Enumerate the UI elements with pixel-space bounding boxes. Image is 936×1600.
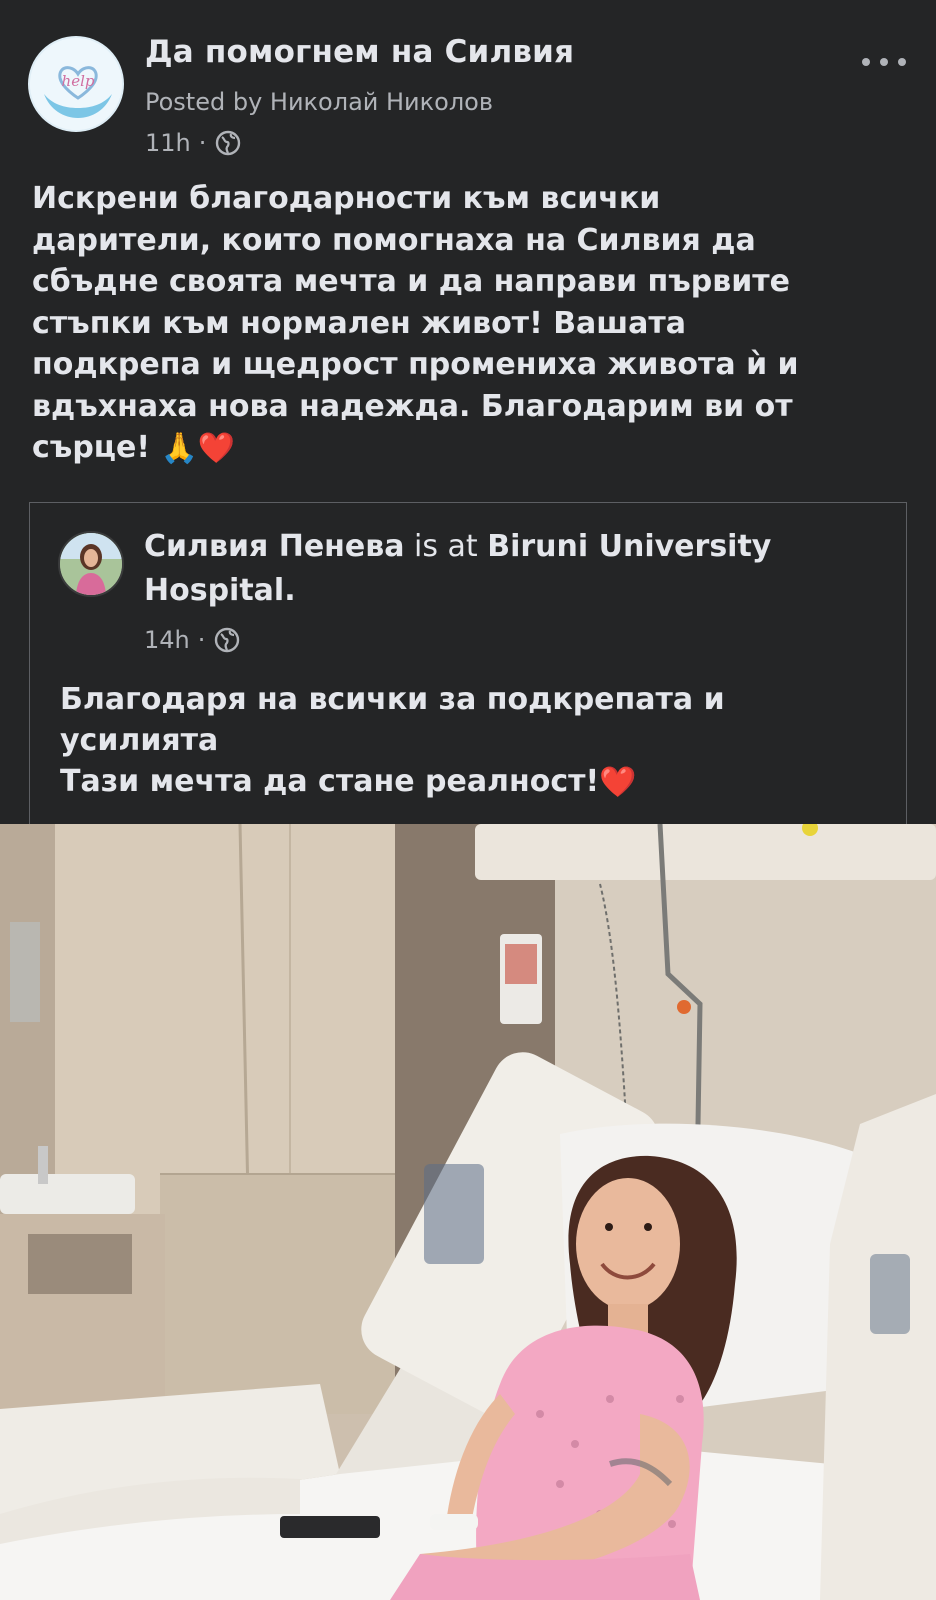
dot (880, 58, 888, 66)
shared-timestamp[interactable]: 14h (144, 626, 190, 654)
hospital-room-photo (0, 824, 936, 1600)
shared-line: Благодаря на всички за подкрепата и (60, 682, 725, 717)
shared-post-card[interactable]: Силвия Пенева is at Biruni University Ho… (29, 502, 907, 824)
shared-line: усилията (60, 723, 219, 758)
globe-icon (215, 627, 240, 653)
shared-post-text: Благодаря на всички за подкрепата и усил… (60, 679, 880, 803)
author-avatar[interactable] (58, 531, 124, 597)
more-options-icon[interactable] (862, 52, 906, 72)
dot (898, 58, 906, 66)
shared-post-meta: 14h · (144, 625, 241, 655)
body-line: стъпки към нормален живот! Вашата (32, 305, 687, 341)
body-line: вдъхнаха нова надежда. Благодарим ви от (32, 388, 793, 424)
post-timestamp[interactable]: 11h (145, 129, 191, 157)
avatar-photo-icon (60, 533, 122, 595)
group-avatar[interactable]: help (28, 36, 124, 132)
help-logo-icon: help (30, 38, 122, 130)
praying-hands-emoji: 🙏 (160, 430, 198, 466)
logo-text: help (62, 72, 95, 90)
at-text: is at (414, 529, 478, 564)
red-heart-emoji: ❤️ (197, 430, 236, 466)
posted-by-text[interactable]: Posted by Николай Николов (145, 88, 493, 116)
body-line: подкрепа и щедрост промениха живота ѝ и (32, 347, 799, 382)
shared-author-name[interactable]: Силвия Пенева (144, 529, 404, 564)
globe-icon (216, 130, 241, 156)
body-line: Искрени благодарности към всички (32, 181, 661, 216)
body-line: сбъдне своята мечта и да направи първите (32, 264, 791, 299)
body-line: сърце! (32, 430, 151, 465)
meta-separator: · (198, 129, 207, 157)
group-name-link[interactable]: Да помогнем на Силвия (145, 34, 574, 70)
facebook-group-post: help Да помогнем на Силвия Posted by Ник… (0, 0, 936, 1600)
meta-separator: · (197, 626, 206, 654)
post-meta: 11h · (145, 128, 242, 158)
post-header: help Да помогнем на Силвия Posted by Ник… (0, 0, 936, 170)
shared-author-line: Силвия Пенева is at Biruni University Ho… (144, 525, 884, 613)
dot (862, 58, 870, 66)
shared-line: Тази мечта да стане реалност! (60, 764, 600, 799)
post-photo[interactable] (0, 824, 936, 1600)
post-body-text: Искрени благодарности към всички дарители… (32, 178, 912, 469)
red-heart-emoji: ❤️ (599, 765, 637, 800)
body-line: дарители, които помогнаха на Силвия да (32, 222, 756, 258)
